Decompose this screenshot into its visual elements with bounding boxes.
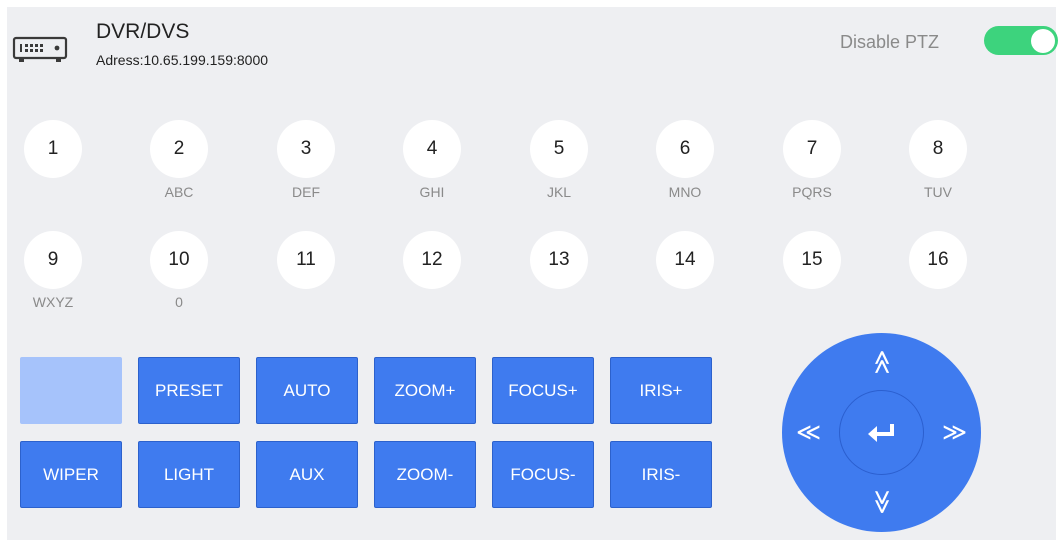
- dvr-device-icon: [12, 36, 68, 62]
- keypad-key-6[interactable]: 6: [656, 120, 714, 178]
- blank-button[interactable]: [20, 357, 122, 424]
- down-arrow-icon[interactable]: ≫: [869, 489, 896, 514]
- device-title: DVR/DVS: [96, 20, 190, 43]
- keypad-key-15[interactable]: 15: [783, 231, 841, 289]
- disable-ptz-toggle[interactable]: [984, 26, 1058, 55]
- focus-plus-button[interactable]: FOCUS+: [492, 357, 594, 424]
- keypad-key-10[interactable]: 10: [150, 231, 208, 289]
- right-arrow-icon[interactable]: ≫: [942, 421, 967, 445]
- direction-pad: ≪ ≫ ≪ ≫: [782, 333, 981, 532]
- up-arrow-icon[interactable]: ≪: [869, 349, 896, 374]
- toggle-knob: [1031, 28, 1055, 53]
- keypad-sublabel: MNO: [668, 184, 702, 200]
- keypad-key-16[interactable]: 16: [909, 231, 967, 289]
- keypad-key-4[interactable]: 4: [403, 120, 461, 178]
- keypad-sublabel: WXYZ: [32, 294, 74, 310]
- keypad-sublabel: PQRS: [792, 184, 832, 200]
- disable-ptz-label: Disable PTZ: [840, 32, 940, 52]
- keypad-sublabel: 0: [175, 294, 183, 310]
- keypad-key-12[interactable]: 12: [403, 231, 461, 289]
- keypad-key-9[interactable]: 9: [24, 231, 82, 289]
- keypad-sublabel: TUV: [924, 184, 952, 200]
- keypad-sublabel: GHI: [419, 184, 445, 200]
- aux-button[interactable]: AUX: [256, 441, 358, 508]
- focus-minus-button[interactable]: FOCUS-: [492, 441, 594, 508]
- keypad-key-1[interactable]: 1: [24, 120, 82, 178]
- keypad-key-5[interactable]: 5: [530, 120, 588, 178]
- wiper-button[interactable]: WIPER: [20, 441, 122, 508]
- left-arrow-icon[interactable]: ≪: [796, 421, 821, 445]
- keypad-key-14[interactable]: 14: [656, 231, 714, 289]
- keypad-key-2[interactable]: 2: [150, 120, 208, 178]
- keypad-sublabel: DEF: [292, 184, 320, 200]
- keypad-key-13[interactable]: 13: [530, 231, 588, 289]
- iris-plus-button[interactable]: IRIS+: [610, 357, 712, 424]
- keypad-key-8[interactable]: 8: [909, 120, 967, 178]
- keypad-sublabel: ABC: [164, 184, 194, 200]
- iris-minus-button[interactable]: IRIS-: [610, 441, 712, 508]
- light-button[interactable]: LIGHT: [138, 441, 240, 508]
- zoom-in-button[interactable]: ZOOM+: [374, 357, 476, 424]
- zoom-out-button[interactable]: ZOOM-: [374, 441, 476, 508]
- enter-icon: [867, 423, 894, 442]
- keypad-key-7[interactable]: 7: [783, 120, 841, 178]
- keypad-key-11[interactable]: 11: [277, 231, 335, 289]
- auto-button[interactable]: AUTO: [256, 357, 358, 424]
- device-address: Adress:10.65.199.159:8000: [96, 52, 269, 68]
- preset-button[interactable]: PRESET: [138, 357, 240, 424]
- keypad-sublabel: JKL: [546, 184, 572, 200]
- keypad-key-3[interactable]: 3: [277, 120, 335, 178]
- enter-button[interactable]: [839, 390, 924, 475]
